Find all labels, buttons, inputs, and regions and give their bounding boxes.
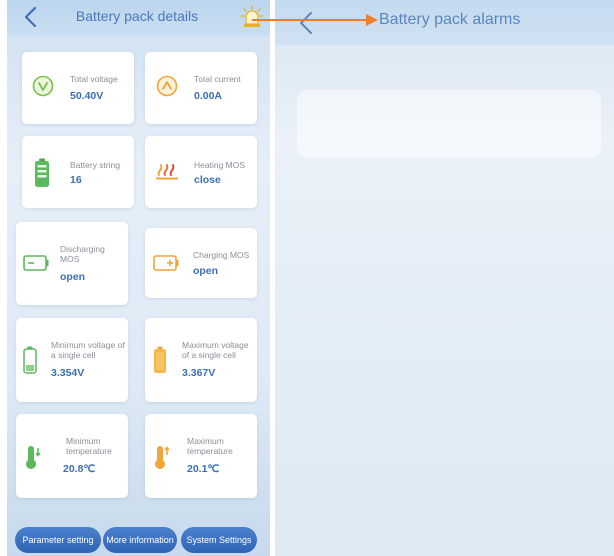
system-settings-button[interactable]: System Settings bbox=[181, 527, 257, 553]
card-label: Total voltage bbox=[70, 74, 118, 84]
back-button[interactable] bbox=[21, 5, 41, 29]
more-information-button[interactable]: More information bbox=[103, 527, 177, 553]
card-value: open bbox=[193, 265, 219, 277]
max-temperature-card: Maximum temperature 20.1℃ bbox=[145, 414, 257, 498]
page-title: Battery pack alarms bbox=[379, 11, 521, 28]
heating-mos-card: Heating MOS close bbox=[145, 136, 257, 208]
max-temperature-icon bbox=[154, 444, 170, 470]
battery-pack-alarms-screen: Battery pack alarms bbox=[275, 0, 614, 556]
card-value: open bbox=[60, 271, 86, 283]
discharging-mos-card: Discharging MOS open bbox=[16, 222, 128, 305]
card-value: 3.354V bbox=[51, 367, 85, 379]
card-value: 0.00A bbox=[194, 90, 223, 102]
card-value: 16 bbox=[70, 174, 82, 186]
min-temperature-icon bbox=[25, 444, 41, 470]
top-bar: Battery pack details bbox=[7, 0, 270, 36]
battery-string-icon bbox=[34, 158, 50, 188]
annotation-arrow bbox=[250, 8, 380, 32]
charging-mos-card: Charging MOS open bbox=[145, 228, 257, 298]
card-value: 50.40V bbox=[70, 90, 104, 102]
min-cell-voltage-card: Minimum voltage of a single cell 3.354V bbox=[16, 318, 128, 402]
total-current-card: Total current 0.00A bbox=[145, 52, 257, 124]
card-label: Minimum temperature bbox=[66, 436, 112, 456]
card-label: Maximum temperature bbox=[187, 436, 233, 456]
card-label: Battery string bbox=[70, 160, 121, 170]
card-value: 20.8℃ bbox=[63, 463, 96, 475]
arrow-right-icon bbox=[252, 14, 378, 26]
charging-battery-icon bbox=[153, 255, 179, 271]
card-label: Charging MOS bbox=[193, 250, 250, 260]
max-cell-battery-icon bbox=[153, 346, 167, 374]
discharging-battery-icon bbox=[23, 255, 49, 271]
card-label: Heating MOS bbox=[194, 160, 246, 170]
card-label: Total current bbox=[194, 74, 241, 84]
heating-icon bbox=[155, 161, 179, 181]
card-value: 20.1℃ bbox=[187, 463, 220, 475]
bottom-button-bar: Parameter setting More information Syste… bbox=[7, 524, 270, 556]
page-title: Battery pack details bbox=[75, 8, 199, 24]
battery-string-card: Battery string 16 bbox=[22, 136, 134, 208]
current-icon bbox=[156, 75, 178, 97]
card-label: Discharging MOS bbox=[60, 244, 105, 264]
min-cell-battery-icon bbox=[23, 346, 37, 374]
parameter-setting-button[interactable]: Parameter setting bbox=[15, 527, 101, 553]
alarm-list-panel bbox=[297, 90, 601, 158]
card-value: close bbox=[194, 174, 221, 186]
card-label: Maximum voltage of a single cell bbox=[182, 340, 249, 360]
min-temperature-card: Minimum temperature 20.8℃ bbox=[16, 414, 128, 498]
voltage-icon bbox=[32, 75, 54, 97]
max-cell-voltage-card: Maximum voltage of a single cell 3.367V bbox=[145, 318, 257, 402]
battery-pack-details-screen: Battery pack details Total voltage 50.40… bbox=[7, 0, 270, 556]
total-voltage-card: Total voltage 50.40V bbox=[22, 52, 134, 124]
card-label: Minimum voltage of a single cell bbox=[51, 340, 125, 360]
card-value: 3.367V bbox=[182, 367, 216, 379]
chevron-left-icon bbox=[24, 6, 37, 28]
